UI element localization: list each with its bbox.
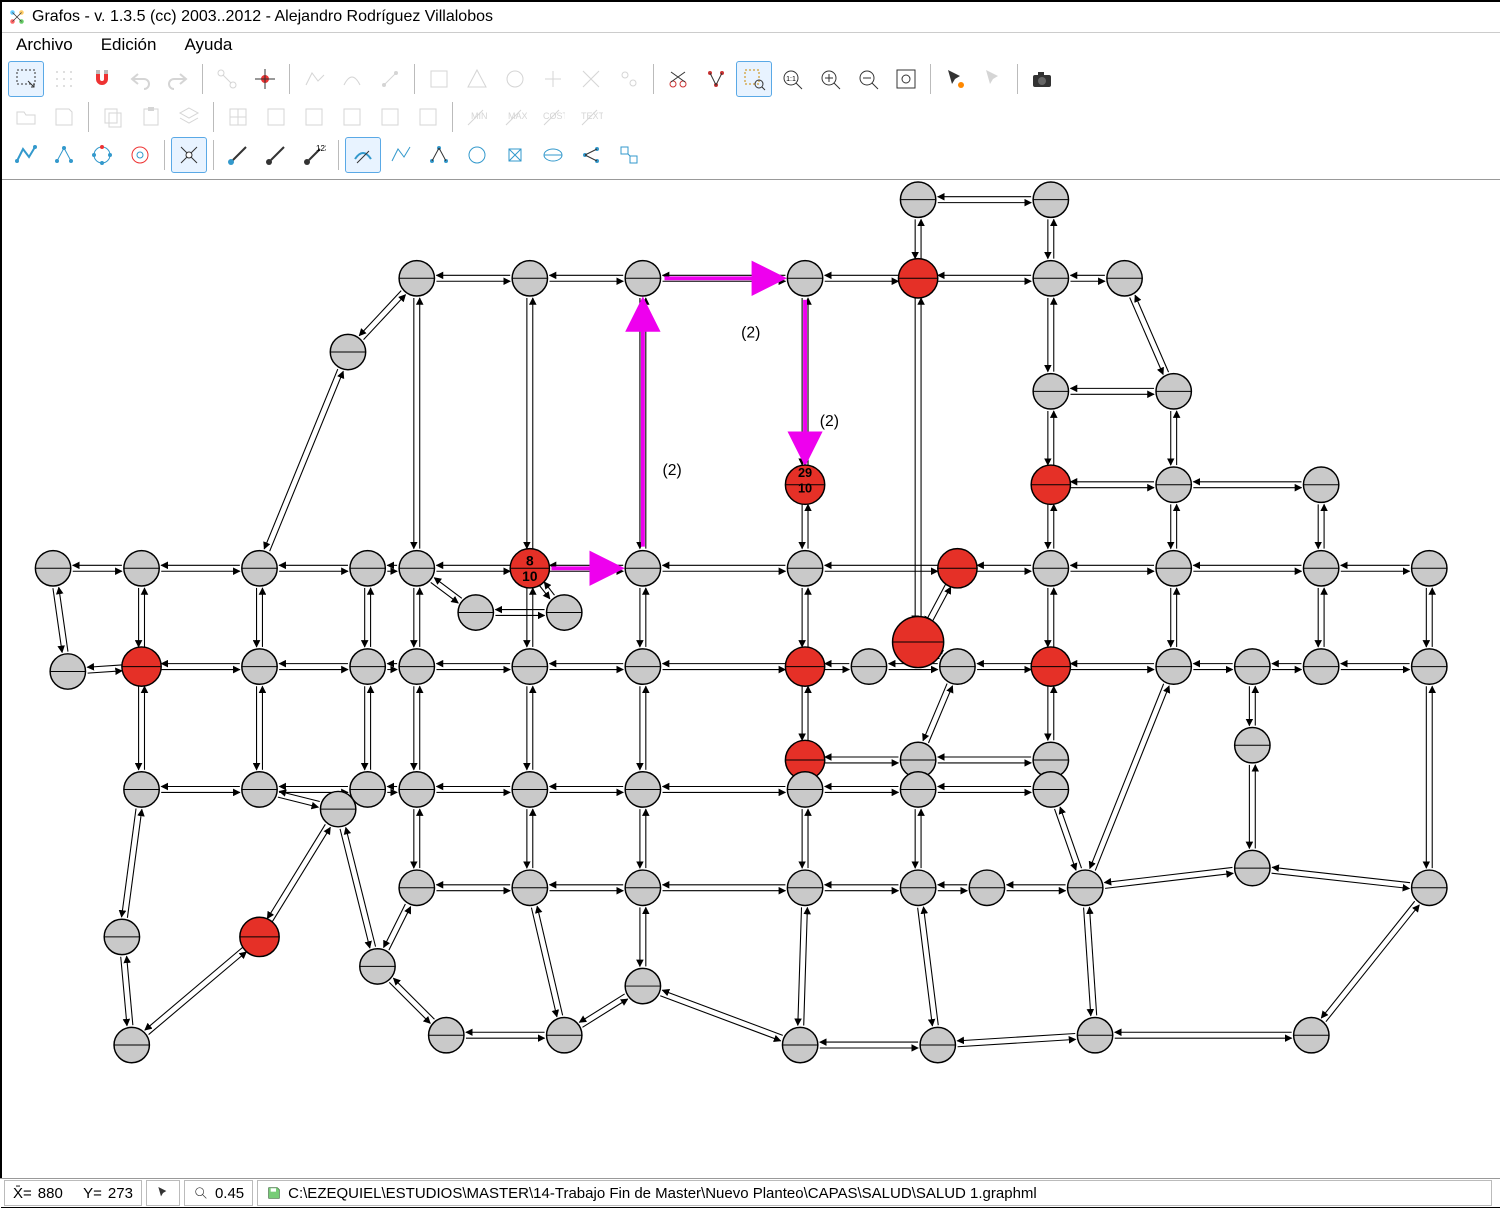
red-node-1-top: 8 <box>526 553 534 568</box>
edge-2-icon[interactable] <box>258 137 294 173</box>
status-path: C:\EZEQUIEL\ESTUDIOS\MASTER\14-Trabajo F… <box>257 1180 1492 1206</box>
tool-pick-icon[interactable] <box>937 61 973 97</box>
align2-icon[interactable] <box>258 99 294 135</box>
zoom-out-icon[interactable] <box>850 61 886 97</box>
status-x-value: 880 <box>38 1185 63 1202</box>
layout-2-icon[interactable] <box>383 137 419 173</box>
status-path-value: C:\EZEQUIEL\ESTUDIOS\MASTER\14-Trabajo F… <box>288 1185 1037 1202</box>
svg-text:COSTE: COSTE <box>543 111 565 121</box>
svg-text:MIN: MIN <box>471 111 488 121</box>
undo-icon[interactable] <box>122 61 158 97</box>
algo-5-icon[interactable] <box>171 137 207 173</box>
zoom-icon <box>193 1185 209 1201</box>
edge-3-icon[interactable]: 123 <box>296 137 332 173</box>
layout-5-icon[interactable] <box>497 137 533 173</box>
svg-text:123: 123 <box>316 144 326 153</box>
svg-text:MAX: MAX <box>508 111 527 121</box>
pointer-icon <box>155 1185 171 1201</box>
disk-icon <box>266 1185 282 1201</box>
status-y-value: 273 <box>108 1185 133 1202</box>
align5-icon[interactable] <box>372 99 408 135</box>
toolbar-row-3: 123 <box>8 137 1494 173</box>
red-node-1-bot: 10 <box>522 569 538 584</box>
file-save-icon[interactable] <box>46 99 82 135</box>
status-coords: X̄= 880 Y= 273 <box>4 1180 142 1206</box>
tool-magnet-icon[interactable] <box>84 61 120 97</box>
file-open-icon[interactable] <box>8 99 44 135</box>
menu-edicion[interactable]: Edición <box>101 35 157 55</box>
label-coste-icon[interactable]: COSTE <box>535 99 571 135</box>
menu-archivo[interactable]: Archivo <box>16 35 73 55</box>
red-node-2-bot: 10 <box>798 481 812 496</box>
svg-text:1:1: 1:1 <box>786 76 796 83</box>
layout-4-icon[interactable] <box>459 137 495 173</box>
label-texto-icon[interactable]: TEXTO <box>573 99 609 135</box>
tool-op7-icon[interactable] <box>535 61 571 97</box>
statusbar: X̄= 880 Y= 273 0.45 C:\EZEQUIEL\ESTUDIOS… <box>0 1178 1500 1207</box>
window-title: Grafos - v. 1.3.5 (cc) 2003..2012 - Alej… <box>32 8 493 26</box>
zoom-in-icon[interactable] <box>812 61 848 97</box>
zoom-fit-icon[interactable] <box>888 61 924 97</box>
copy-icon[interactable] <box>95 99 131 135</box>
layout-3-icon[interactable] <box>421 137 457 173</box>
tool-op3-icon[interactable] <box>372 61 408 97</box>
layout-7-icon[interactable] <box>573 137 609 173</box>
tool-op4-icon[interactable] <box>421 61 457 97</box>
edge-label-2a: (2) <box>663 462 682 479</box>
tool-graph-target-icon[interactable] <box>247 61 283 97</box>
status-x-label: X̄= <box>13 1185 32 1202</box>
tool-grid-icon[interactable] <box>46 61 82 97</box>
tool-op5-icon[interactable] <box>459 61 495 97</box>
red-node-2-top: 29 <box>798 465 812 480</box>
status-zoom-value: 0.45 <box>215 1185 244 1202</box>
svg-text:TEXTO: TEXTO <box>581 111 603 121</box>
edge-label-2c: (2) <box>820 413 839 430</box>
algo-4-icon[interactable] <box>122 137 158 173</box>
tool-pick2-icon[interactable] <box>975 61 1011 97</box>
layers-icon[interactable] <box>171 99 207 135</box>
graph-canvas[interactable]: (2) (2) (2) 8 10 29 10 <box>2 180 1500 1163</box>
algo-2-icon[interactable] <box>46 137 82 173</box>
tool-select-icon[interactable] <box>8 61 44 97</box>
align1-icon[interactable] <box>220 99 256 135</box>
label-min-icon[interactable]: MIN <box>459 99 495 135</box>
app-icon <box>8 8 26 26</box>
label-max-icon[interactable]: MAX <box>497 99 533 135</box>
toolbars: 1:1 MIN MAX COSTE TEXTO <box>2 59 1500 180</box>
status-zoom: 0.45 <box>184 1180 253 1206</box>
tool-op9-icon[interactable] <box>611 61 647 97</box>
graph-svg: (2) (2) (2) 8 10 29 10 <box>2 180 1500 1163</box>
status-y-label: Y= <box>83 1185 102 1202</box>
view-cut-icon[interactable] <box>660 61 696 97</box>
align3-icon[interactable] <box>296 99 332 135</box>
align6-icon[interactable] <box>410 99 446 135</box>
toolbar-row-1: 1:1 <box>8 61 1494 97</box>
layout-8-icon[interactable] <box>611 137 647 173</box>
tool-op2-icon[interactable] <box>334 61 370 97</box>
menubar: Archivo Edición Ayuda <box>2 33 1500 59</box>
camera-icon[interactable] <box>1024 61 1060 97</box>
menu-ayuda[interactable]: Ayuda <box>184 35 232 55</box>
zoom-11-icon[interactable]: 1:1 <box>774 61 810 97</box>
status-pointer <box>146 1180 180 1206</box>
layout-6-icon[interactable] <box>535 137 571 173</box>
layout-1-icon[interactable] <box>345 137 381 173</box>
tool-op1-icon[interactable] <box>296 61 332 97</box>
edge-1-icon[interactable] <box>220 137 256 173</box>
paste-icon[interactable] <box>133 99 169 135</box>
edge-label-2b: (2) <box>741 324 760 341</box>
view-zoom-area-icon[interactable] <box>736 61 772 97</box>
tool-op6-icon[interactable] <box>497 61 533 97</box>
tool-op8-icon[interactable] <box>573 61 609 97</box>
algo-1-icon[interactable] <box>8 137 44 173</box>
algo-3-icon[interactable] <box>84 137 120 173</box>
align4-icon[interactable] <box>334 99 370 135</box>
toolbar-row-2: MIN MAX COSTE TEXTO <box>8 99 1494 135</box>
view-link-icon[interactable] <box>698 61 734 97</box>
titlebar: Grafos - v. 1.3.5 (cc) 2003..2012 - Alej… <box>2 2 1500 33</box>
redo-icon[interactable] <box>160 61 196 97</box>
tool-graph1-icon[interactable] <box>209 61 245 97</box>
